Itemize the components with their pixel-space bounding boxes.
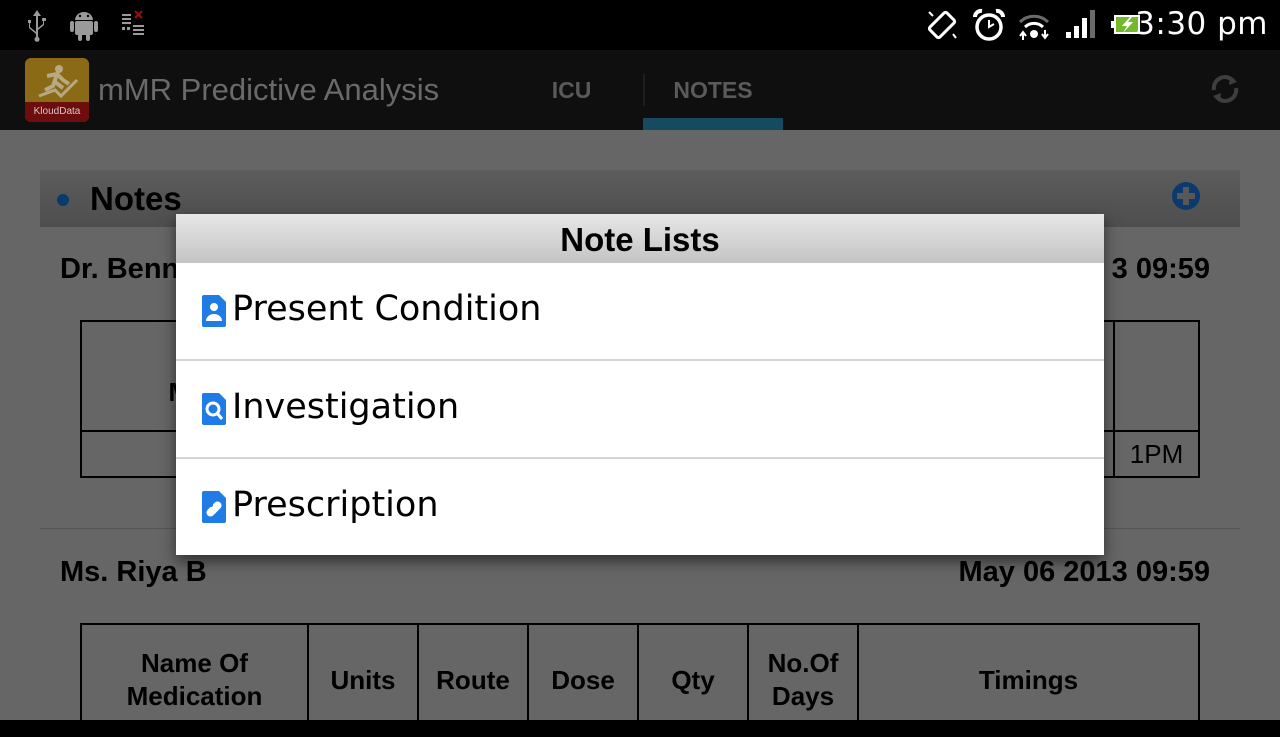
usb-icon [28, 10, 46, 42]
bullet-icon [57, 194, 69, 206]
table-cell: 1PM [1113, 430, 1200, 478]
dialog-item-investigation[interactable]: Investigation [176, 361, 1104, 458]
search-document-icon [202, 393, 226, 425]
screen-rotation-icon [927, 10, 957, 40]
note-lists-dialog: Note Lists Present Condition Investigati… [176, 214, 1104, 555]
tab-icu[interactable]: ICU [500, 50, 643, 130]
table-header-units: Units [307, 623, 419, 737]
table-header-timings: Timings [857, 623, 1200, 737]
app-title: mMR Predictive Analysis [98, 72, 440, 107]
note-date: 3 09:59 [1111, 253, 1210, 285]
person-document-icon [202, 295, 226, 327]
table-header-cell [1113, 320, 1200, 432]
table-header-dose: Dose [527, 623, 639, 737]
dialog-item-prescription[interactable]: Prescription [176, 459, 1104, 556]
table-header-qty: Qty [637, 623, 749, 737]
task-list-icon [122, 10, 144, 35]
dialog-item-present-condition[interactable]: Present Condition [176, 263, 1104, 360]
notes-title: Notes [90, 180, 182, 217]
add-icon[interactable] [1172, 182, 1200, 210]
table-header-route: Route [417, 623, 529, 737]
dialog-title: Note Lists [176, 214, 1104, 263]
runner-logo-icon [38, 65, 79, 99]
app-logo[interactable]: KloudData [25, 58, 89, 122]
item-label: Investigation [232, 387, 460, 427]
android-debug-icon [70, 12, 98, 41]
action-bar: KloudData mMR Predictive Analysis ICU NO… [0, 50, 1280, 130]
status-bar: 3:30 pm [0, 0, 1280, 50]
logo-text: KloudData [25, 102, 89, 122]
table-header-name: Name Of Medication [80, 623, 309, 737]
table-header-days: No.Of Days [747, 623, 859, 737]
note-author: Dr. Benn [60, 253, 180, 285]
signal-icon [1066, 10, 1095, 38]
note-author: Ms. Riya B [60, 556, 207, 588]
selected-tab-indicator [643, 118, 783, 130]
pill-document-icon [202, 491, 226, 523]
refresh-icon[interactable] [1208, 72, 1242, 106]
clock: 3:30 pm [1135, 6, 1268, 42]
note-date: May 06 2013 09:59 [958, 556, 1210, 588]
item-label: Present Condition [232, 289, 542, 329]
wifi-icon [1018, 14, 1050, 40]
item-label: Prescription [232, 485, 439, 525]
alarm-icon [973, 8, 1005, 41]
